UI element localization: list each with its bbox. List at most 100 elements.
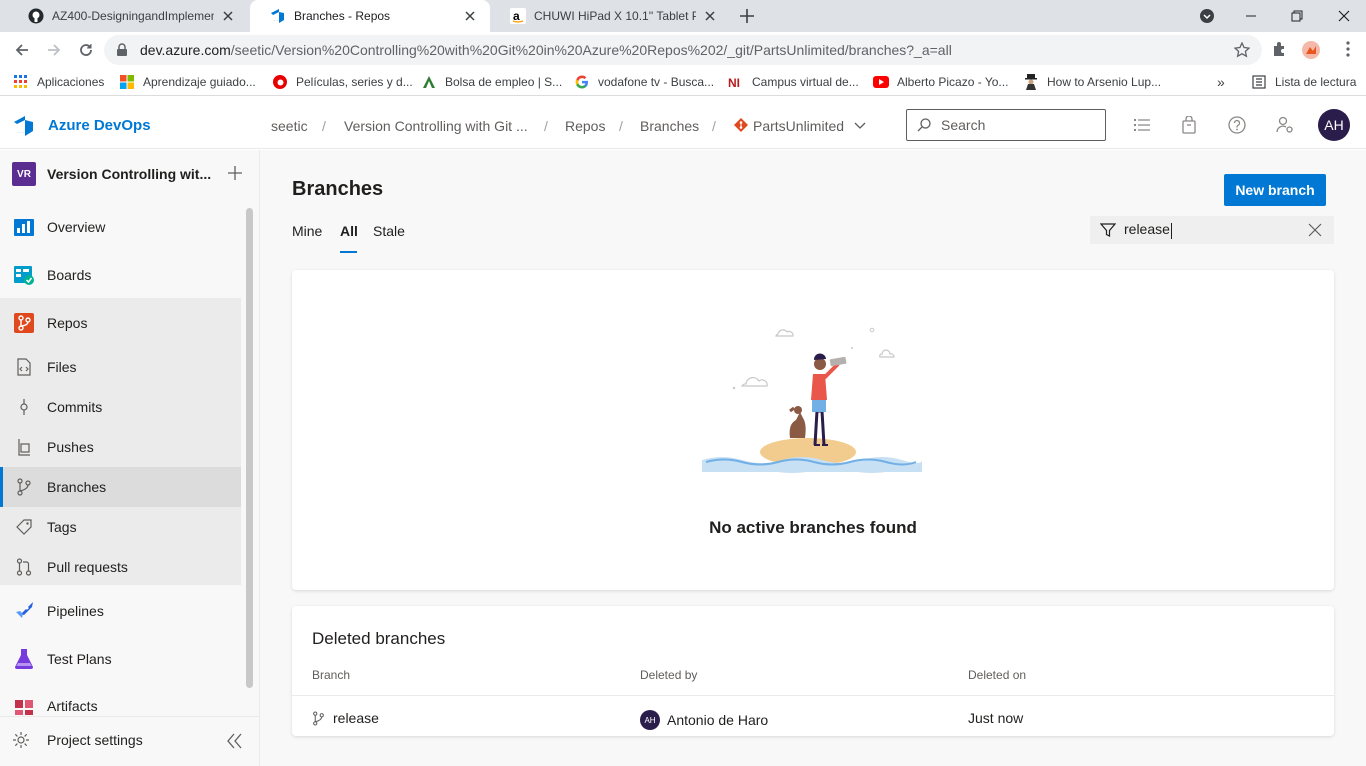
infojobs-icon [421,74,437,90]
project-settings-label: Project settings [47,732,143,748]
user-avatar[interactable]: AH [1318,109,1350,141]
nav-item-artifacts[interactable]: Artifacts [0,687,241,715]
add-icon[interactable] [226,164,244,182]
tab-search-icon[interactable] [1197,6,1217,26]
azure-devops-logo-icon[interactable] [13,115,35,137]
github-icon [28,8,44,24]
tag-icon [12,515,36,539]
marketplace-bag-icon[interactable] [1180,116,1198,134]
nav-label: Tags [47,519,77,535]
nav-item-test-plans[interactable]: Test Plans [0,639,241,679]
avatar: AH [640,710,660,730]
reload-icon[interactable] [76,40,96,60]
microsoft-icon [119,74,135,90]
bookmarks-overflow[interactable]: » [1217,73,1225,91]
bookmark-bolsa-empleo[interactable]: Bolsa de empleo | S... [421,73,562,91]
url-host: dev.azure.com [140,42,231,58]
search-input[interactable]: Search [906,109,1106,141]
close-tab-icon[interactable] [220,8,236,24]
bookmark-microsoft-learn[interactable]: Aprendizaje guiado... [119,73,256,91]
address-bar[interactable]: dev.azure.com/seetic/Version%20Controlli… [104,35,1262,65]
header-divider [292,695,1334,696]
branch-filter-input[interactable]: release [1090,216,1334,244]
pull-request-icon [12,555,36,579]
nav-label: Repos [47,315,88,331]
browser-tab-branches[interactable]: Branches - Repos [250,0,490,32]
breadcrumb-separator: / [544,118,548,134]
bookmark-vodafone-tv[interactable]: vodafone tv - Busca... [574,73,714,91]
bookmark-label: Películas, series y d... [296,75,413,89]
nav-item-pull-requests[interactable]: Pull requests [0,547,241,587]
user-settings-icon[interactable] [1276,116,1294,134]
nav-label: Pull requests [47,559,128,575]
nav-scrollbar[interactable] [246,208,253,688]
brand-name[interactable]: Azure DevOps [48,117,151,134]
browser-menu-icon[interactable] [1339,40,1357,58]
project-badge: VR [12,162,36,186]
tab-all[interactable]: All [340,223,358,239]
git-repo-icon [734,118,748,132]
bookmark-apps[interactable]: Aplicaciones [13,73,104,91]
minimize-icon[interactable] [1241,6,1261,26]
close-window-icon[interactable] [1334,6,1354,26]
bookmark-star-icon[interactable] [1234,42,1250,58]
bookmark-campus-virtual[interactable]: NI Campus virtual de... [728,73,859,91]
deleted-branches-title: Deleted branches [312,629,446,648]
help-icon[interactable] [1228,116,1246,134]
nav-item-repos[interactable]: Repos [0,303,241,343]
profile-extension-icon[interactable] [1301,40,1320,59]
browser-tabstrip: AZ400-DesigningandImplementi Branches - … [0,0,1366,32]
tab-stale[interactable]: Stale [373,223,405,239]
nav-label: Branches [47,479,107,495]
close-tab-icon[interactable] [702,8,718,24]
active-tab-indicator [340,251,357,253]
bookmark-label: vodafone tv - Busca... [598,75,715,89]
new-branch-button[interactable]: New branch [1224,174,1326,206]
left-navigation: VR Version Controlling wit... Overview B… [0,150,260,766]
browser-tab-chuwi[interactable]: a CHUWI HiPad X 10.1'' Tablet PC 4 [490,0,730,32]
lock-icon [116,43,128,57]
project-selector[interactable]: VR Version Controlling wit... [0,150,260,198]
breadcrumb-org[interactable]: seetic [271,118,308,134]
nav-item-boards[interactable]: Boards [0,255,241,295]
nav-item-branches[interactable]: Branches [0,467,241,507]
bookmark-arsenio[interactable]: How to Arsenio Lup... [1023,73,1161,91]
nav-item-pipelines[interactable]: Pipelines [0,591,241,631]
close-tab-icon[interactable] [462,8,478,24]
breadcrumb-project[interactable]: Version Controlling with Git ... [344,118,528,134]
new-tab-icon[interactable] [737,6,757,26]
branch-name[interactable]: release [333,710,379,726]
bookmark-youtube[interactable]: Alberto Picazo - Yo... [873,73,1008,91]
svg-text:NI: NI [728,76,740,89]
nav-item-tags[interactable]: Tags [0,507,241,547]
extensions-icon[interactable] [1271,40,1289,58]
nav-label: Pipelines [47,603,104,619]
nav-bottom: Project settings [0,716,259,766]
restore-icon[interactable] [1287,6,1307,26]
breadcrumb-separator: / [619,118,623,134]
clear-filter-icon[interactable] [1308,223,1322,237]
bookmark-label: Campus virtual de... [752,75,859,89]
browser-tab-az400[interactable]: AZ400-DesigningandImplementi [8,0,248,32]
nav-item-overview[interactable]: Overview [0,207,241,247]
nav-item-files[interactable]: Files [0,347,241,387]
repo-selector[interactable]: PartsUnlimited [734,116,866,134]
work-items-icon[interactable] [1133,116,1151,134]
forward-icon[interactable] [44,40,64,60]
nav-item-commits[interactable]: Commits [0,387,241,427]
commit-icon [12,395,36,419]
url-text: dev.azure.com/seetic/Version%20Controlli… [140,42,952,58]
project-settings[interactable]: Project settings [12,731,143,749]
breadcrumb-branches[interactable]: Branches [640,118,699,134]
main-content: Branches New branch Mine All Stale relea… [260,150,1366,766]
collapse-nav-icon[interactable] [226,733,244,749]
nav-item-pushes[interactable]: Pushes [0,427,241,467]
reading-list[interactable]: Lista de lectura [1251,73,1356,91]
bookmark-vodafone-peliculas[interactable]: Películas, series y d... [272,73,413,91]
breadcrumb-repos[interactable]: Repos [565,118,605,134]
active-branches-card: No active branches found [292,270,1334,590]
breadcrumb-separator: / [322,118,326,134]
tab-mine[interactable]: Mine [292,223,322,239]
back-icon[interactable] [12,40,32,60]
overview-icon [12,215,36,239]
